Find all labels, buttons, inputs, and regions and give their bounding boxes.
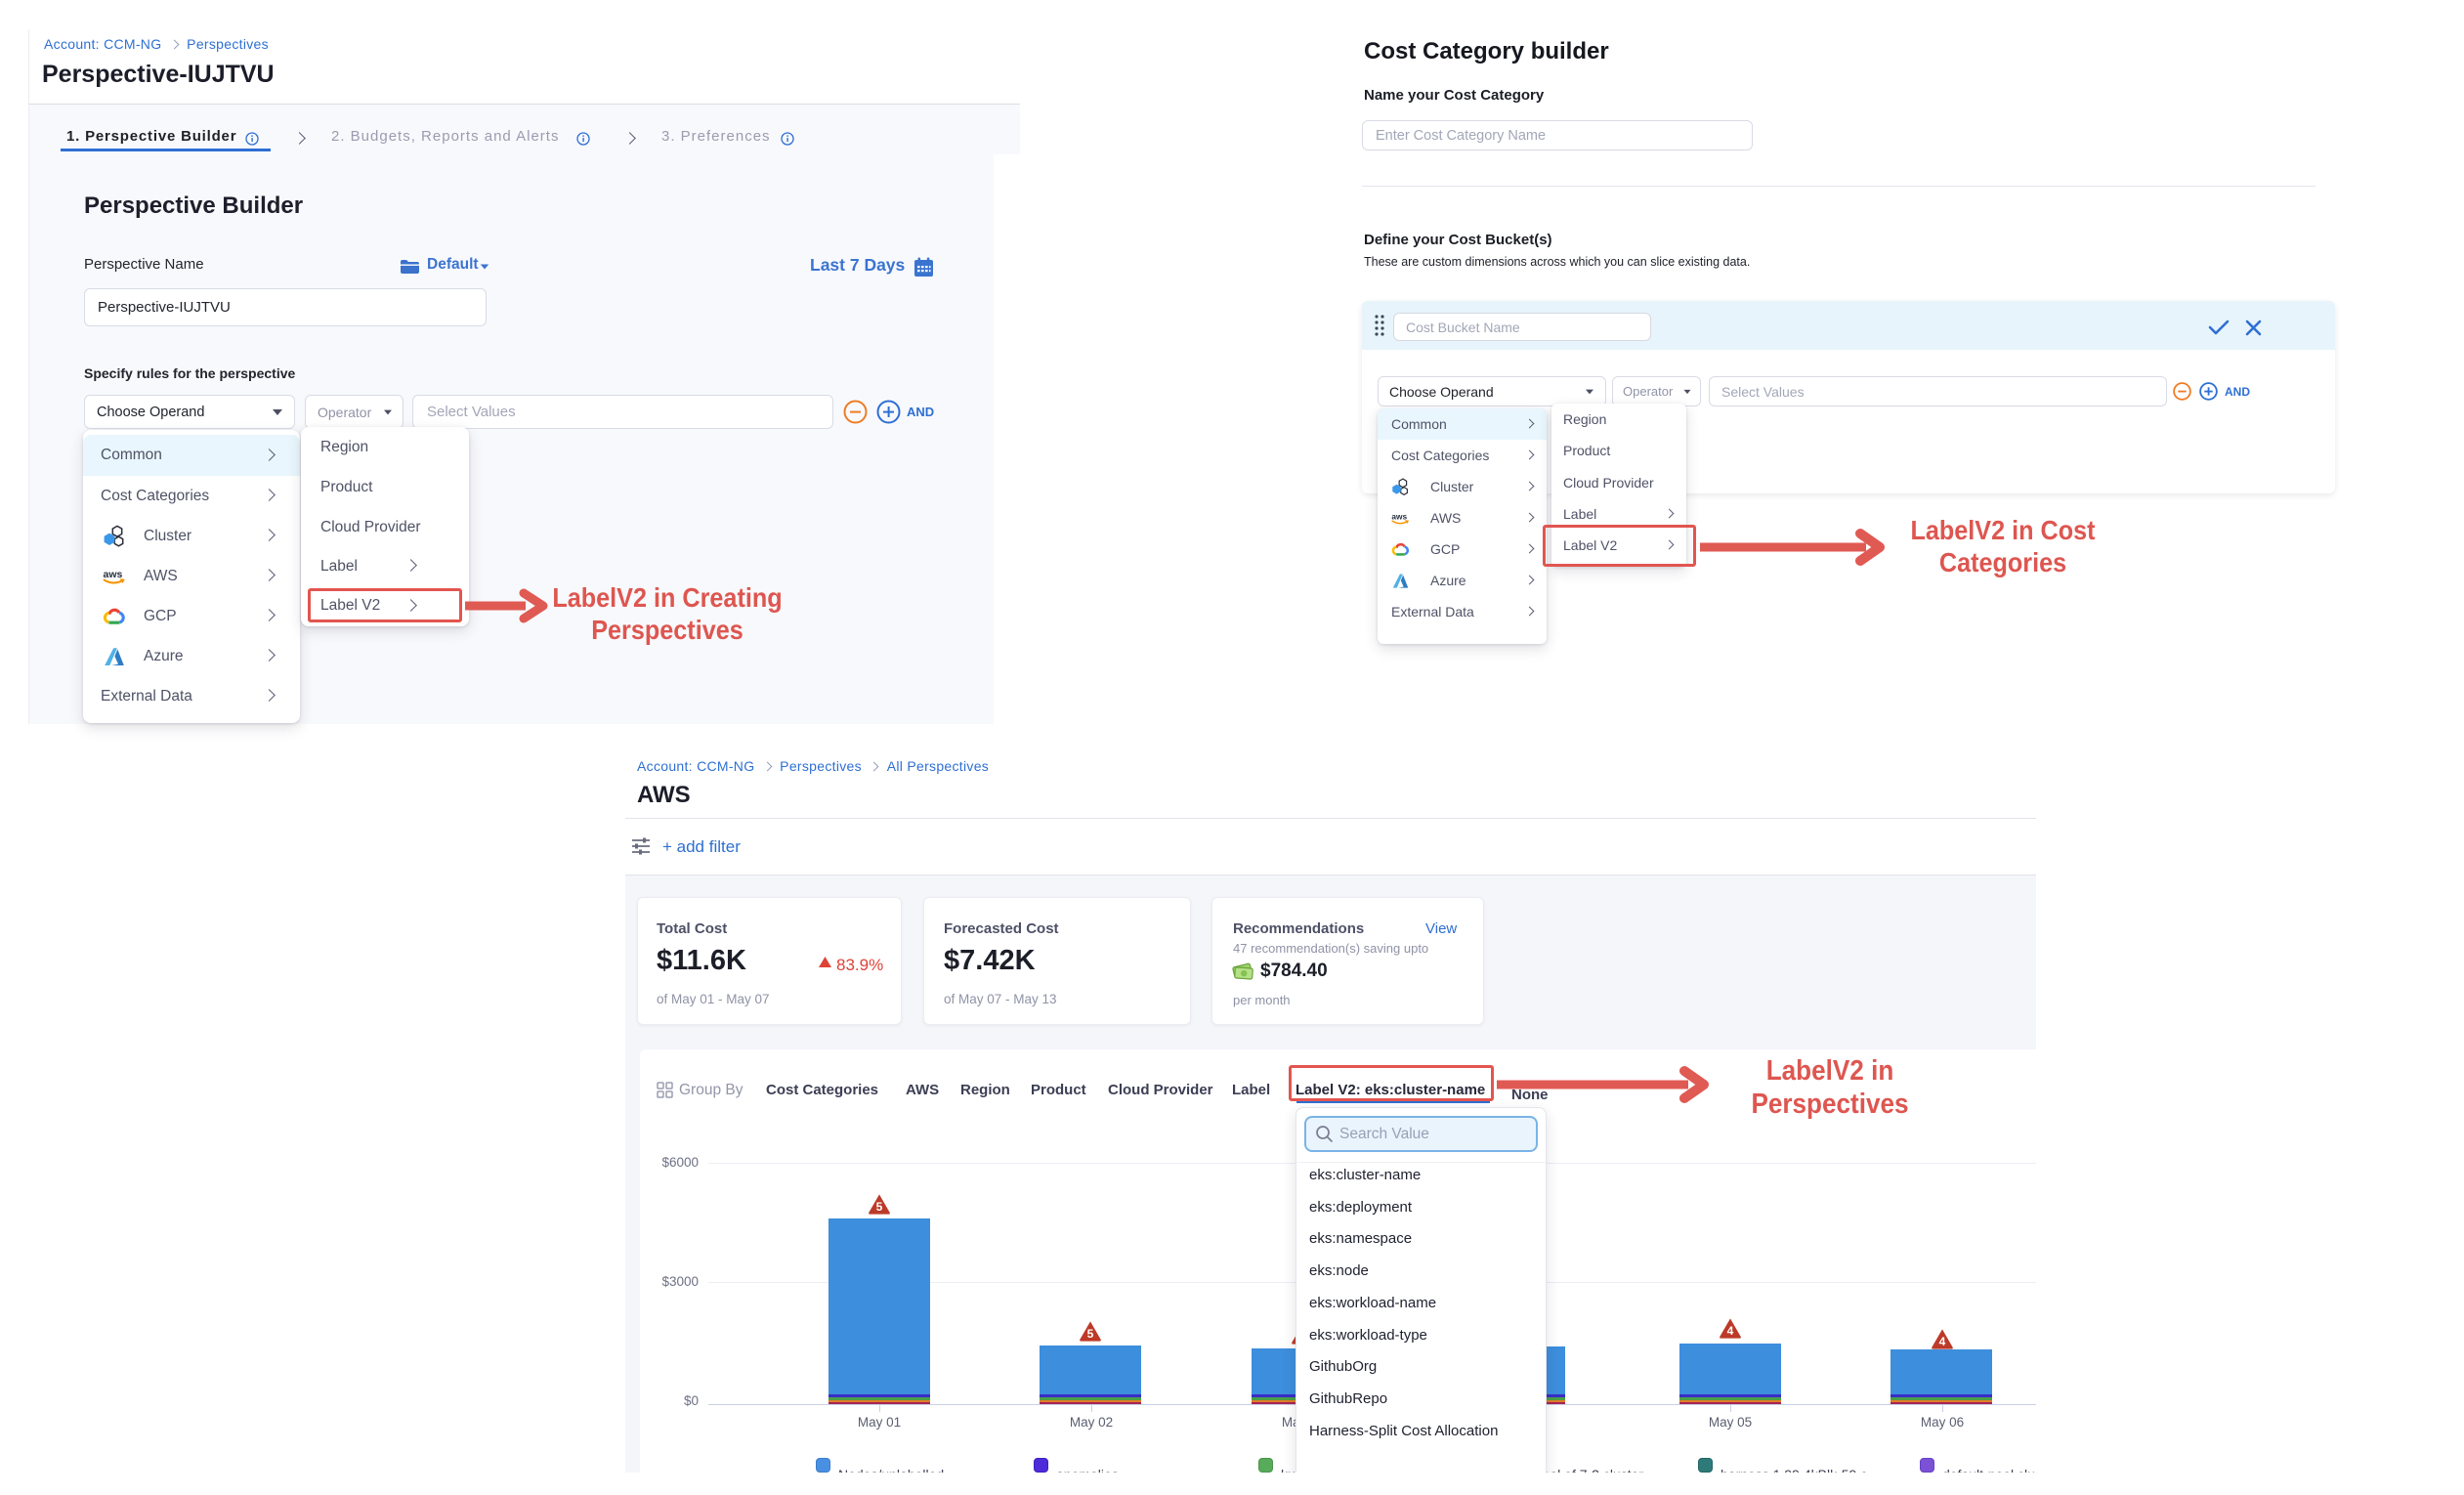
svg-text:aws: aws xyxy=(1391,511,1407,521)
